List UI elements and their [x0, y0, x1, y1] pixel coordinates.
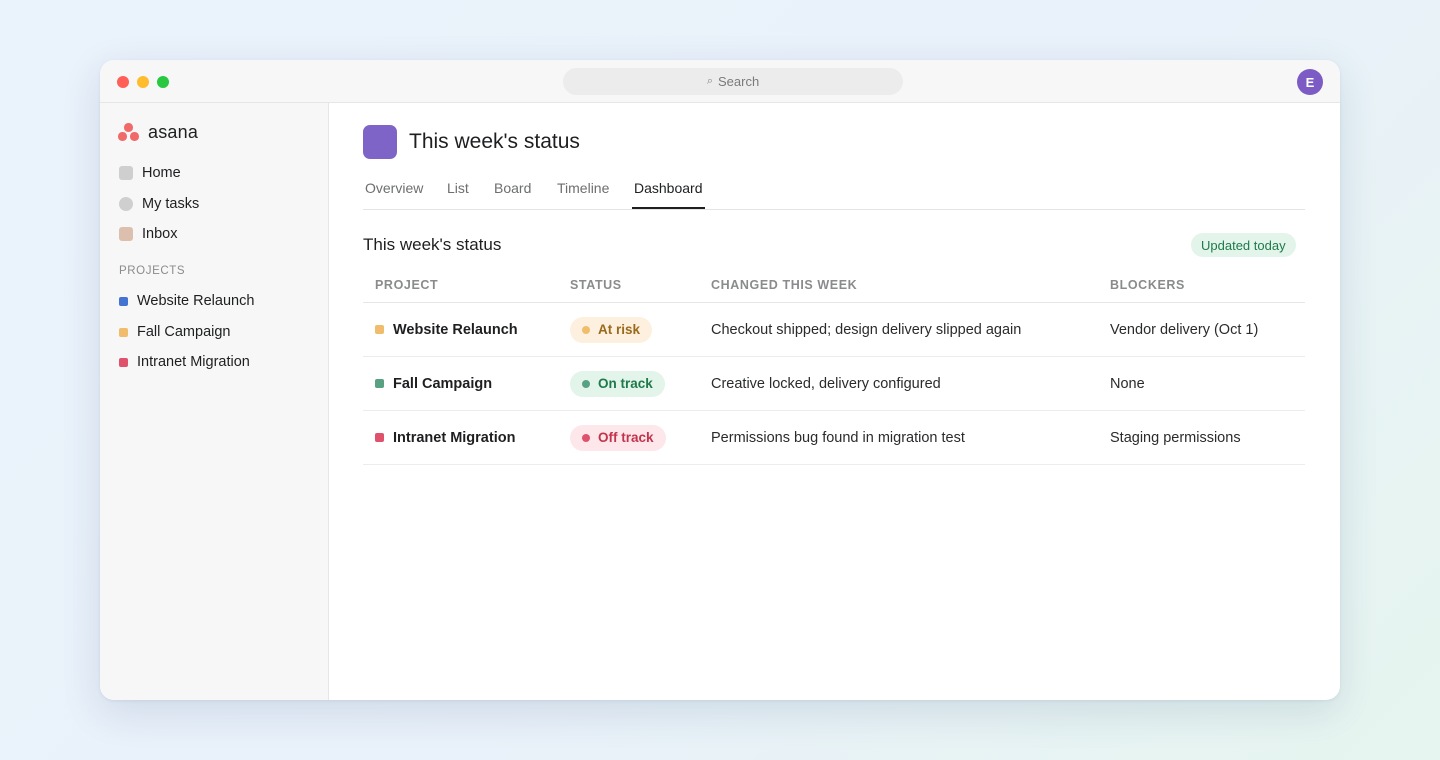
status-dot-icon — [582, 325, 590, 334]
status-badge[interactable]: At risk — [570, 316, 653, 343]
my-tasks-icon — [119, 197, 133, 211]
project-color-icon — [119, 357, 128, 367]
project-name: Website Relaunch — [393, 321, 518, 338]
tab-timeline[interactable]: Timeline — [557, 180, 609, 207]
status-label: At risk — [598, 322, 641, 337]
table-row[interactable]: Fall Campaign On track Creative locked, … — [363, 357, 1305, 411]
sidebar-item-label: My tasks — [142, 196, 200, 212]
changed-cell: Checkout shipped; design delivery slippe… — [711, 321, 1022, 338]
project-color-icon — [119, 327, 128, 337]
project-cell[interactable]: Intranet Migration — [375, 411, 515, 464]
blockers-cell: Staging permissions — [1110, 429, 1241, 446]
blockers-cell: Vendor delivery (Oct 1) — [1110, 321, 1259, 338]
sidebar: asana Home My tasks Inbox PROJECTS Websi… — [100, 103, 329, 700]
main-content: This week's status Overview List Board T… — [329, 103, 1340, 700]
column-header-blockers[interactable]: BLOCKERS — [1110, 278, 1185, 292]
asana-logo[interactable]: asana — [118, 122, 198, 143]
status-badge[interactable]: On track — [570, 370, 665, 397]
column-header-project[interactable]: PROJECT — [375, 278, 438, 292]
sidebar-item-label: Website Relaunch — [137, 293, 255, 309]
project-name: Intranet Migration — [393, 429, 516, 446]
project-color-icon — [119, 296, 128, 306]
section-title: This week's status — [363, 235, 502, 254]
sidebar-item-label: Inbox — [142, 226, 178, 242]
status-table: PROJECT STATUS CHANGED THIS WEEK BLOCKER… — [363, 262, 1305, 465]
sidebar-item-fall-campaign[interactable]: Fall Campaign — [119, 324, 231, 340]
project-color-icon — [375, 379, 384, 388]
project-color-icon — [375, 433, 384, 442]
status-cell: Off track — [570, 411, 666, 464]
maximize-window-button[interactable] — [157, 76, 169, 88]
sidebar-item-label: Fall Campaign — [137, 324, 231, 340]
tab-overview[interactable]: Overview — [365, 180, 423, 207]
column-header-changed[interactable]: CHANGED THIS WEEK — [711, 278, 857, 292]
search-icon: ⌕ — [706, 75, 713, 87]
inbox-icon — [119, 227, 133, 241]
status-cell: At risk — [570, 303, 653, 356]
sidebar-item-my-tasks[interactable]: My tasks — [119, 196, 199, 212]
tab-dashboard[interactable]: Dashboard — [632, 180, 705, 209]
changed-cell: Permissions bug found in migration test — [711, 429, 965, 446]
status-badge[interactable]: Off track — [570, 424, 666, 451]
status-cell: On track — [570, 357, 665, 410]
asana-logo-icon — [118, 123, 139, 142]
status-label: Off track — [598, 430, 654, 445]
home-icon — [119, 166, 133, 180]
minimize-window-button[interactable] — [137, 76, 149, 88]
sidebar-item-label: Home — [142, 165, 181, 181]
search-placeholder: Search — [717, 74, 760, 89]
table-header: PROJECT STATUS CHANGED THIS WEEK BLOCKER… — [363, 262, 1305, 303]
tab-list[interactable]: List — [447, 180, 469, 207]
project-icon[interactable] — [363, 125, 397, 159]
status-dot-icon — [582, 433, 590, 442]
page-title: This week's status — [409, 130, 580, 153]
table-row[interactable]: Intranet Migration Off track Permissions… — [363, 411, 1305, 465]
sidebar-item-website-relaunch[interactable]: Website Relaunch — [119, 293, 254, 309]
app-window: ⌕ Search E asana Home My tasks Inbox PRO… — [100, 60, 1340, 700]
updated-badge: Updated today — [1191, 233, 1296, 257]
search-input[interactable]: ⌕ Search — [563, 68, 903, 95]
logo-text: asana — [148, 122, 199, 142]
status-label: On track — [598, 376, 653, 391]
table-row[interactable]: Website Relaunch At risk Checkout shippe… — [363, 303, 1305, 357]
sidebar-item-home[interactable]: Home — [119, 165, 181, 181]
sidebar-item-inbox[interactable]: Inbox — [119, 226, 177, 242]
project-color-icon — [375, 325, 384, 334]
projects-heading: PROJECTS — [119, 265, 186, 277]
avatar[interactable]: E — [1297, 69, 1323, 95]
column-header-status[interactable]: STATUS — [570, 278, 622, 292]
blockers-cell: None — [1110, 375, 1145, 392]
project-cell[interactable]: Fall Campaign — [375, 357, 492, 410]
sidebar-item-label: Intranet Migration — [137, 354, 250, 370]
project-name: Fall Campaign — [393, 375, 493, 392]
tab-board[interactable]: Board — [494, 180, 531, 207]
close-window-button[interactable] — [117, 76, 129, 88]
sidebar-item-intranet-migration[interactable]: Intranet Migration — [119, 354, 250, 370]
status-dot-icon — [582, 379, 590, 388]
title-bar: ⌕ Search E — [100, 60, 1340, 103]
changed-cell: Creative locked, delivery configured — [711, 375, 941, 392]
project-tabs: Overview List Board Timeline Dashboard — [363, 168, 1305, 210]
project-cell[interactable]: Website Relaunch — [375, 303, 518, 356]
